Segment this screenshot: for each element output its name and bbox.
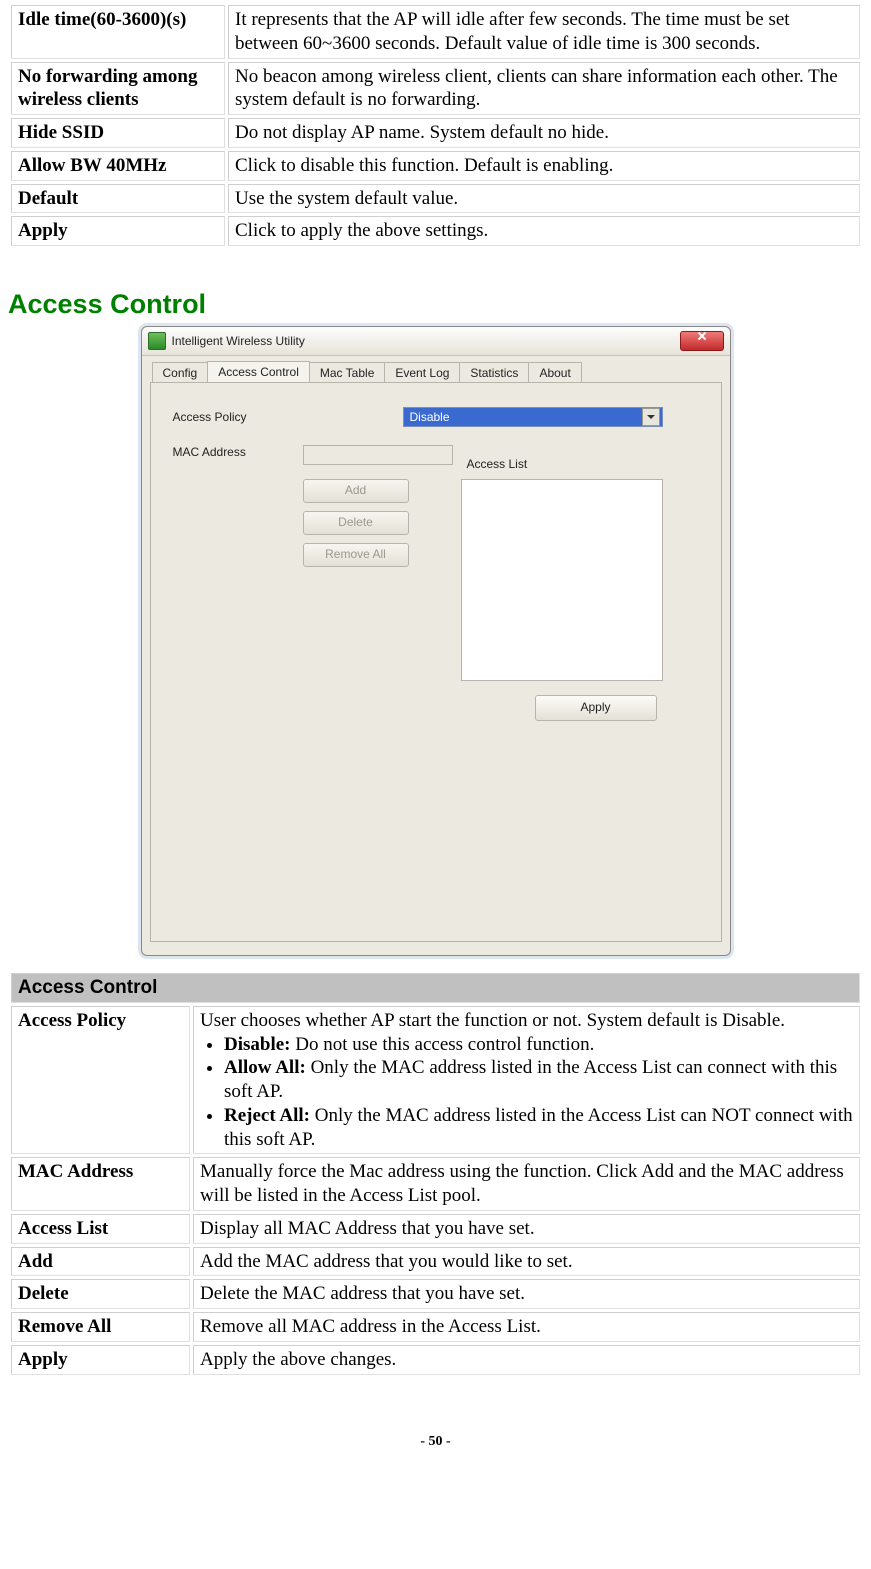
setting-key: Apply xyxy=(11,216,225,246)
tab-statistics[interactable]: Statistics xyxy=(459,362,529,383)
window-title: Intelligent Wireless Utility xyxy=(172,334,680,348)
tabstrip: Config Access Control Mac Table Event Lo… xyxy=(142,356,730,382)
setting-key: No forwarding among wireless clients xyxy=(11,62,225,116)
table-row: Apply Apply the above changes. xyxy=(11,1345,860,1375)
list-item: Reject All: Only the MAC address listed … xyxy=(224,1104,853,1152)
policy-options-list: Disable: Do not use this access control … xyxy=(200,1033,853,1152)
tab-event-log[interactable]: Event Log xyxy=(384,362,460,383)
setting-key: Allow BW 40MHz xyxy=(11,151,225,181)
table-row: Add Add the MAC address that you would l… xyxy=(11,1247,860,1277)
table-row: Access List Display all MAC Address that… xyxy=(11,1214,860,1244)
setting-key: Access List xyxy=(11,1214,190,1244)
page-number: - 50 - xyxy=(8,1434,863,1450)
screenshot-container: Intelligent Wireless Utility Config Acce… xyxy=(8,326,863,956)
option-name: Disable: xyxy=(224,1034,291,1055)
setting-desc: Click to apply the above settings. xyxy=(228,216,860,246)
chevron-down-icon xyxy=(642,408,660,426)
setting-key: Remove All xyxy=(11,1312,190,1342)
option-text: Only the MAC address listed in the Acces… xyxy=(224,1057,837,1102)
setting-key: Default xyxy=(11,184,225,214)
label-access-policy: Access Policy xyxy=(173,410,303,424)
setting-desc: Display all MAC Address that you have se… xyxy=(193,1214,860,1244)
setting-key: Access Policy xyxy=(11,1006,190,1155)
setting-key: Idle time(60-3600)(s) xyxy=(11,5,225,59)
option-text: Only the MAC address listed in the Acces… xyxy=(224,1105,853,1150)
option-text: Do not use this access control function. xyxy=(291,1034,595,1055)
table-row: MAC Address Manually force the Mac addre… xyxy=(11,1157,860,1211)
tab-access-control[interactable]: Access Control xyxy=(207,361,310,382)
table-header-row: Access Control xyxy=(11,973,860,1003)
app-window: Intelligent Wireless Utility Config Acce… xyxy=(141,326,731,956)
setting-key: Delete xyxy=(11,1279,190,1309)
section-heading-access-control: Access Control xyxy=(8,289,863,320)
tab-mac-table[interactable]: Mac Table xyxy=(309,362,385,383)
tab-panel-access-control: Access Policy Disable MAC Address Access… xyxy=(150,382,722,942)
option-name: Allow All: xyxy=(224,1057,306,1078)
setting-desc: User chooses whether AP start the functi… xyxy=(193,1006,860,1155)
option-name: Reject All: xyxy=(224,1105,310,1126)
setting-desc: Do not display AP name. System default n… xyxy=(228,118,860,148)
setting-desc: Add the MAC address that you would like … xyxy=(193,1247,860,1277)
setting-desc: Remove all MAC address in the Access Lis… xyxy=(193,1312,860,1342)
setting-desc: Use the system default value. xyxy=(228,184,860,214)
setting-key: Apply xyxy=(11,1345,190,1375)
apply-button[interactable]: Apply xyxy=(535,695,657,721)
settings-table-top: Idle time(60-3600)(s) It represents that… xyxy=(8,2,863,249)
delete-button[interactable]: Delete xyxy=(303,511,409,535)
list-item: Allow All: Only the MAC address listed i… xyxy=(224,1056,853,1104)
table-section-header: Access Control xyxy=(11,973,860,1003)
table-row: Apply Click to apply the above settings. xyxy=(11,216,860,246)
setting-desc: Apply the above changes. xyxy=(193,1345,860,1375)
dropdown-value: Disable xyxy=(410,410,450,424)
setting-key: Hide SSID xyxy=(11,118,225,148)
access-list-box[interactable] xyxy=(461,479,663,681)
setting-desc: Delete the MAC address that you have set… xyxy=(193,1279,860,1309)
close-icon[interactable] xyxy=(680,331,724,351)
table-row: Idle time(60-3600)(s) It represents that… xyxy=(11,5,860,59)
tab-config[interactable]: Config xyxy=(152,362,209,383)
tab-about[interactable]: About xyxy=(528,362,581,383)
table-row: Allow BW 40MHz Click to disable this fun… xyxy=(11,151,860,181)
remove-all-button[interactable]: Remove All xyxy=(303,543,409,567)
table-row: Delete Delete the MAC address that you h… xyxy=(11,1279,860,1309)
titlebar: Intelligent Wireless Utility xyxy=(142,327,730,356)
setting-desc: Manually force the Mac address using the… xyxy=(193,1157,860,1211)
setting-key: Add xyxy=(11,1247,190,1277)
add-button[interactable]: Add xyxy=(303,479,409,503)
settings-table-access: Access Control Access Policy User choose… xyxy=(8,970,863,1378)
table-row: Default Use the system default value. xyxy=(11,184,860,214)
setting-key: MAC Address xyxy=(11,1157,190,1211)
table-row: Remove All Remove all MAC address in the… xyxy=(11,1312,860,1342)
table-row: Hide SSID Do not display AP name. System… xyxy=(11,118,860,148)
table-row: No forwarding among wireless clients No … xyxy=(11,62,860,116)
setting-desc: No beacon among wireless client, clients… xyxy=(228,62,860,116)
mac-address-input[interactable] xyxy=(303,445,453,465)
label-access-list: Access List xyxy=(467,457,528,471)
policy-intro: User chooses whether AP start the functi… xyxy=(200,1010,785,1031)
app-icon xyxy=(148,332,166,350)
label-mac-address: MAC Address xyxy=(173,445,303,459)
list-item: Disable: Do not use this access control … xyxy=(224,1033,853,1057)
setting-desc: Click to disable this function. Default … xyxy=(228,151,860,181)
access-policy-dropdown[interactable]: Disable xyxy=(403,407,663,427)
table-row: Access Policy User chooses whether AP st… xyxy=(11,1006,860,1155)
document-page: Idle time(60-3600)(s) It represents that… xyxy=(0,0,871,1490)
setting-desc: It represents that the AP will idle afte… xyxy=(228,5,860,59)
